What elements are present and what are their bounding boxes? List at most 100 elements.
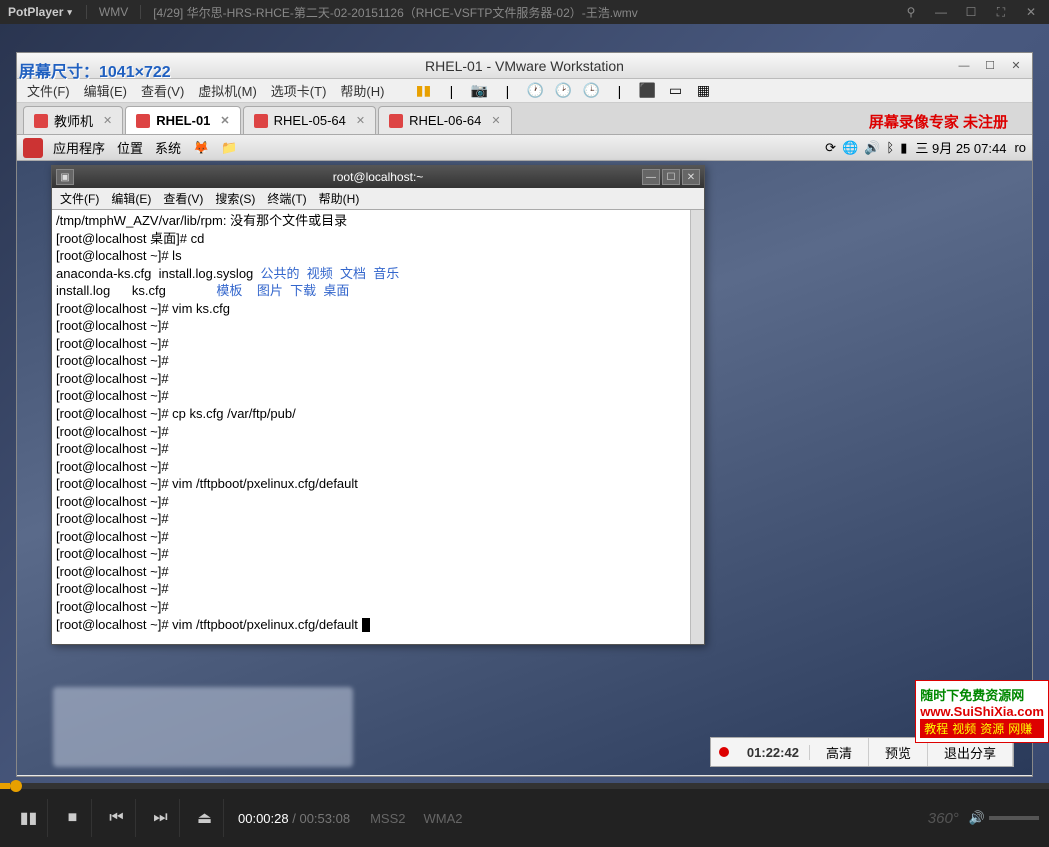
duration: 00:53:08 (299, 811, 350, 826)
potplayer-controls: ▮▮ ■ ⏮ ⏭ ⏏ 00:00:28 / 00:53:08 MSS2 WMA2… (0, 789, 1049, 847)
menu-help[interactable]: 帮助(H) (315, 190, 364, 207)
next-button[interactable]: ⏭ (142, 799, 180, 837)
vm-icon (136, 114, 150, 128)
prev-button[interactable]: ⏮ (98, 799, 136, 837)
terminal-body[interactable]: /tmp/tmphW_AZV/var/lib/rpm: 没有那个文件或目录[ro… (52, 210, 704, 644)
view-icon[interactable]: ▦ (692, 81, 714, 101)
toolbar-sep: | (496, 81, 518, 101)
volume-icon[interactable]: 🔊 (969, 810, 985, 826)
menu-file[interactable]: 文件(F) (56, 190, 103, 207)
snapshot-icon[interactable]: 📷 (468, 81, 490, 101)
close-icon[interactable]: ✕ (682, 169, 700, 185)
menu-search[interactable]: 搜索(S) (211, 190, 259, 207)
terminal-menubar: 文件(F) 编辑(E) 查看(V) 搜索(S) 终端(T) 帮助(H) (52, 188, 704, 210)
minimize-icon[interactable]: — (952, 56, 976, 76)
unity-icon[interactable]: ▭ (664, 81, 686, 101)
video-format: WMV (93, 5, 134, 19)
snapshot-take-icon[interactable]: 🕐 (524, 81, 546, 101)
pause-button[interactable]: ▮▮ (10, 799, 48, 837)
tab-rhel05[interactable]: RHEL-05-64 ✕ (243, 106, 376, 134)
watermark-line1: 随时下免费资源网 (920, 685, 1044, 704)
battery-icon[interactable]: ▮ (900, 140, 907, 156)
maximize-icon[interactable]: ☐ (662, 169, 680, 185)
volume-slider[interactable] (989, 816, 1039, 820)
menu-system[interactable]: 系统 (149, 138, 187, 157)
minimize-icon[interactable]: — (642, 169, 660, 185)
tab-rhel06[interactable]: RHEL-06-64✕ (378, 106, 511, 134)
pin-icon[interactable]: ⚲ (897, 2, 925, 22)
snapshot-revert-icon[interactable]: 🕑 (552, 81, 574, 101)
audio-codec: WMA2 (417, 811, 468, 826)
watermark-line2: www.SuiShiXia.com (920, 704, 1044, 719)
terminal-titlebar[interactable]: ▣ root@localhost:~ — ☐ ✕ (52, 166, 704, 188)
pause-vm-icon[interactable]: ▮▮ (412, 81, 434, 101)
separator (86, 5, 87, 19)
menu-vm[interactable]: 虚拟机(M) (192, 79, 263, 102)
menu-applications[interactable]: 应用程序 (47, 138, 111, 157)
stop-button[interactable]: ■ (54, 799, 92, 837)
close-icon[interactable]: ✕ (220, 114, 229, 127)
eject-button[interactable]: ⏏ (186, 799, 224, 837)
time-display: 00:00:28 / 00:53:08 (230, 811, 358, 826)
close-icon[interactable]: ✕ (1017, 2, 1045, 22)
menu-edit[interactable]: 编辑(E) (78, 79, 133, 102)
snapshot-manage-icon[interactable]: 🕒 (580, 81, 602, 101)
clock[interactable]: 三 9月 25 07:44 (907, 138, 1014, 157)
window-menu-icon[interactable]: ▣ (56, 169, 74, 185)
menu-terminal[interactable]: 终端(T) (263, 190, 310, 207)
system-tray: ⟳ 🌐 🔊 ᛒ ▮ (825, 140, 907, 156)
potplayer-logo[interactable]: PotPlayer (0, 5, 80, 19)
minimize-icon[interactable]: — (927, 2, 955, 22)
vm-icon (389, 114, 403, 128)
quality-button[interactable]: 高清 (810, 738, 869, 766)
maximize-icon[interactable]: ☐ (957, 2, 985, 22)
maximize-icon[interactable]: ☐ (978, 56, 1002, 76)
gnome-desktop: 应用程序 位置 系统 🦊 📁 ⟳ 🌐 🔊 ᛒ ▮ 三 9月 25 07:44 r… (17, 135, 1032, 775)
gnome-panel: 应用程序 位置 系统 🦊 📁 ⟳ 🌐 🔊 ᛒ ▮ 三 9月 25 07:44 r… (17, 135, 1032, 161)
close-icon[interactable]: ✕ (356, 114, 365, 127)
close-icon[interactable]: ✕ (1004, 56, 1028, 76)
tab-teacher[interactable]: 教师机 ✕ (23, 106, 123, 134)
fullscreen-icon[interactable]: ⛶ (987, 2, 1015, 22)
menu-tabs[interactable]: 选项卡(T) (265, 79, 333, 102)
video-title: [4/29] 华尔思-HRS-RHCE-第二天-02-20151126（RHCE… (147, 4, 897, 21)
tab-label: RHEL-05-64 (274, 113, 346, 128)
update-icon[interactable]: ⟳ (825, 140, 836, 156)
terminal-window: ▣ root@localhost:~ — ☐ ✕ 文件(F) 编辑(E) 查看(… (51, 165, 705, 645)
firefox-icon[interactable]: 🦊 (187, 140, 215, 156)
user-menu[interactable]: ro (1014, 140, 1026, 155)
menu-view[interactable]: 查看(V) (135, 79, 190, 102)
vmware-title: RHEL-01 - VMware Workstation (425, 58, 624, 74)
close-icon[interactable]: ✕ (491, 114, 500, 127)
vm-icon (254, 114, 268, 128)
watermark-line3: 教程视频资源网赚 (920, 719, 1044, 738)
tab-rhel01[interactable]: RHEL-01✕ (125, 106, 240, 134)
menu-help[interactable]: 帮助(H) (334, 79, 390, 102)
toolbar-sep: | (608, 81, 630, 101)
bluetooth-icon[interactable]: ᛒ (886, 140, 894, 155)
vmware-menubar: 文件(F) 编辑(E) 查看(V) 虚拟机(M) 选项卡(T) 帮助(H) ▮▮… (17, 79, 1032, 103)
terminal-title: root@localhost:~ (333, 170, 424, 184)
progress-bar[interactable] (0, 783, 1049, 789)
fullscreen-icon[interactable]: ⬛ (636, 81, 658, 101)
recorder-watermark: 屏幕录像专家 未注册 (869, 111, 1008, 132)
tab-label: 教师机 (54, 111, 93, 130)
volume-icon[interactable]: 🔊 (864, 140, 880, 156)
nautilus-icon[interactable]: 📁 (215, 140, 243, 156)
redhat-icon[interactable] (23, 138, 43, 158)
close-icon[interactable]: ✕ (103, 114, 112, 127)
menu-places[interactable]: 位置 (111, 138, 149, 157)
potplayer-titlebar: PotPlayer WMV [4/29] 华尔思-HRS-RHCE-第二天-02… (0, 0, 1049, 24)
menu-edit[interactable]: 编辑(E) (107, 190, 155, 207)
volume-control[interactable]: 🔊 (969, 810, 1039, 826)
360-mode[interactable]: 360° (928, 810, 959, 827)
vm-icon (34, 114, 48, 128)
menu-file[interactable]: 文件(F) (21, 79, 76, 102)
network-icon[interactable]: 🌐 (842, 140, 858, 156)
site-watermark: 随时下免费资源网 www.SuiShiXia.com 教程视频资源网赚 (915, 680, 1049, 743)
vmware-window: RHEL-01 - VMware Workstation — ☐ ✕ 屏幕录像专… (16, 52, 1033, 777)
record-time: 01:22:42 (737, 745, 810, 760)
scrollbar[interactable] (690, 210, 704, 644)
menu-view[interactable]: 查看(V) (159, 190, 207, 207)
blurred-region (53, 687, 353, 767)
